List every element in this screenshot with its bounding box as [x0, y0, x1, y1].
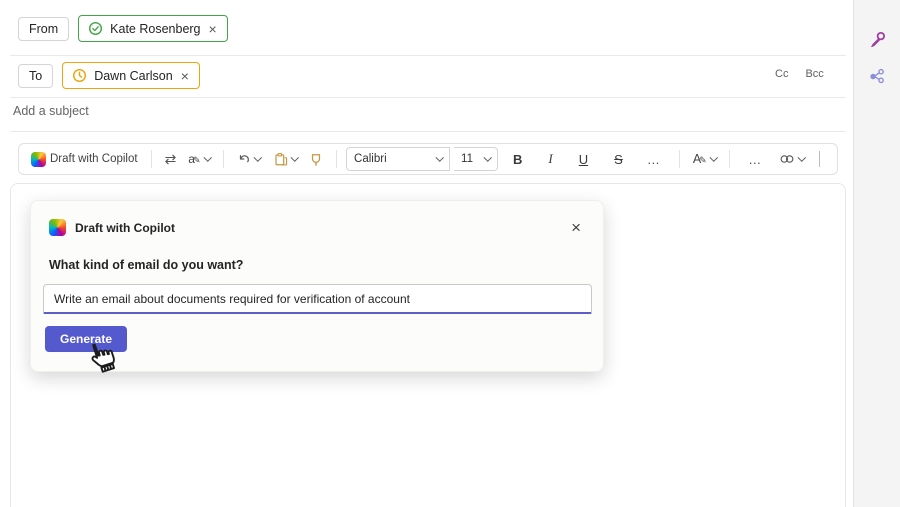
- draft-with-copilot-button[interactable]: Draft with Copilot: [27, 149, 142, 170]
- undo-button[interactable]: [233, 149, 265, 169]
- remove-from-recipient-icon[interactable]: ×: [208, 22, 218, 36]
- italic-button[interactable]: I: [537, 146, 563, 172]
- chevron-down-icon: [710, 154, 718, 162]
- proofing-options-button[interactable]: a✎: [184, 149, 214, 169]
- dialog-question: What kind of email do you want?: [31, 238, 603, 272]
- underline-button[interactable]: U: [568, 147, 599, 172]
- toolbar-divider: [223, 150, 224, 168]
- checkmark-circle-icon: [88, 21, 103, 36]
- cc-bcc-links: Cc Bcc: [775, 68, 824, 80]
- format-painter-icon: [309, 152, 323, 167]
- email-compose-window: From Kate Rosenberg × To Dawn Carlson: [0, 0, 900, 507]
- bold-button[interactable]: B: [502, 147, 533, 172]
- swap-arrows-button[interactable]: ⇄: [161, 148, 181, 171]
- bcc-link[interactable]: Bcc: [805, 68, 823, 80]
- hand-cursor-icon: [83, 339, 121, 377]
- link-icon: [779, 152, 795, 166]
- chevron-down-icon: [435, 154, 443, 162]
- from-button[interactable]: From: [18, 17, 69, 41]
- to-recipient-name: Dawn Carlson: [94, 69, 173, 83]
- right-app-rail: [853, 0, 900, 507]
- font-size-dropdown[interactable]: 11: [454, 147, 498, 171]
- formatting-toolbar: Draft with Copilot ⇄ a✎: [18, 143, 838, 175]
- chevron-down-icon: [254, 154, 262, 162]
- font-color-pen-icon: A✎: [693, 152, 707, 166]
- toolbar-divider: [336, 150, 337, 168]
- divider: [10, 97, 846, 98]
- pen-icon[interactable]: [864, 26, 890, 52]
- cc-link[interactable]: Cc: [775, 68, 788, 80]
- undo-icon: [237, 152, 251, 166]
- copilot-icon: [49, 219, 66, 236]
- strikethrough-button[interactable]: S: [603, 147, 634, 172]
- chevron-down-icon: [483, 154, 491, 162]
- proofing-pen-icon: a✎: [188, 152, 200, 166]
- chevron-down-icon: [203, 154, 211, 162]
- from-recipient-name: Kate Rosenberg: [110, 22, 200, 36]
- insert-link-button[interactable]: [775, 149, 809, 169]
- more-formatting-button[interactable]: …: [638, 147, 670, 172]
- divider: [10, 131, 846, 132]
- chevron-down-icon: [798, 154, 806, 162]
- divider: [10, 55, 846, 56]
- dialog-title: Draft with Copilot: [75, 221, 175, 235]
- clock-icon: [72, 68, 87, 83]
- close-icon[interactable]: ×: [567, 217, 585, 238]
- copilot-prompt-input[interactable]: [43, 284, 592, 314]
- subject-input[interactable]: [13, 104, 713, 118]
- paste-icon: [273, 152, 288, 167]
- remove-to-recipient-icon[interactable]: ×: [180, 69, 190, 83]
- more-options-button[interactable]: …: [739, 147, 771, 172]
- toolbar-divider: [679, 150, 680, 168]
- to-recipient-chip[interactable]: Dawn Carlson ×: [62, 62, 200, 89]
- dialog-header: Draft with Copilot ×: [31, 201, 603, 238]
- from-recipient-chip[interactable]: Kate Rosenberg ×: [78, 15, 228, 42]
- copilot-icon: [31, 152, 46, 167]
- share-network-icon[interactable]: [864, 62, 890, 88]
- swap-arrows-icon: ⇄: [165, 151, 177, 168]
- paste-button[interactable]: [269, 149, 302, 170]
- toolbar-divider: [151, 150, 152, 168]
- font-color-button[interactable]: A✎: [689, 149, 720, 169]
- to-row: To Dawn Carlson ×: [18, 62, 200, 89]
- font-name-dropdown[interactable]: Calibri: [346, 147, 450, 171]
- to-button[interactable]: To: [18, 64, 53, 88]
- format-painter-button[interactable]: [305, 149, 327, 170]
- from-row: From Kate Rosenberg ×: [18, 15, 228, 42]
- chevron-down-icon: [290, 154, 298, 162]
- draft-with-copilot-dialog: Draft with Copilot × What kind of email …: [30, 200, 604, 372]
- toolbar-divider: [819, 151, 820, 167]
- toolbar-divider: [729, 150, 730, 168]
